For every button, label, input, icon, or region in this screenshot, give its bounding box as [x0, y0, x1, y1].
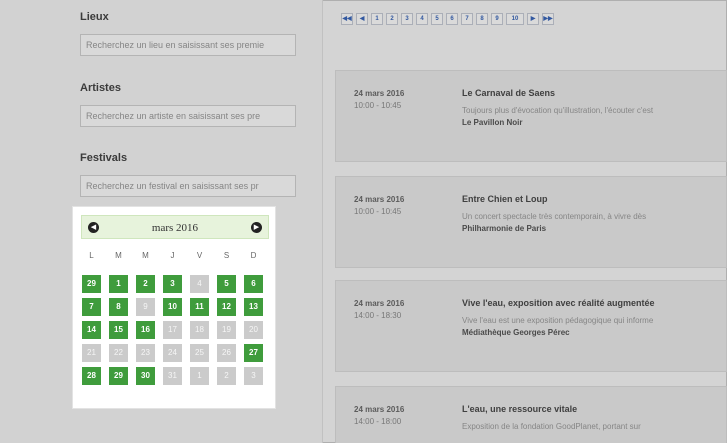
artists-search-input[interactable]: Recherchez un artiste en saisissant ses … — [80, 105, 296, 127]
page-7-button[interactable]: 7 — [461, 13, 473, 25]
places-label: Lieux — [80, 11, 109, 23]
calendar-day-unavailable: 23 — [136, 344, 155, 362]
calendar-day-available[interactable]: 5 — [217, 275, 236, 293]
calendar-day-unavailable: 21 — [82, 344, 101, 362]
event-date: 24 mars 2016 — [354, 195, 405, 204]
calendar-day-unavailable: 24 — [163, 344, 182, 362]
page-2-button[interactable]: 2 — [386, 13, 398, 25]
event-description: Exposition de la fondation GoodPlanet, p… — [462, 422, 641, 431]
event-venue[interactable]: Le Pavillon Noir — [462, 118, 522, 127]
page-4-button[interactable]: 4 — [416, 13, 428, 25]
page-9-button[interactable]: 9 — [491, 13, 503, 25]
calendar-day-available[interactable]: 14 — [82, 321, 101, 339]
next-page-button[interactable]: ▶ — [527, 13, 539, 25]
festivals-label: Festivals — [80, 152, 128, 164]
event-card[interactable]: 24 mars 2016 14:00 - 18:00 L'eau, une re… — [335, 386, 727, 443]
event-date: 24 mars 2016 — [354, 405, 405, 414]
weekday-label: M — [115, 251, 122, 260]
artists-label: Artistes — [80, 82, 121, 94]
calendar-day-available[interactable]: 1 — [109, 275, 128, 293]
calendar-day-available[interactable]: 29 — [109, 367, 128, 385]
places-search-input[interactable]: Recherchez un lieu en saisissant ses pre… — [80, 34, 296, 56]
calendar-day-unavailable: 26 — [217, 344, 236, 362]
calendar-day-unavailable: 4 — [190, 275, 209, 293]
calendar-day-available[interactable]: 15 — [109, 321, 128, 339]
calendar-day-available[interactable]: 16 — [136, 321, 155, 339]
calendar-day-unavailable: 1 — [190, 367, 209, 385]
event-venue[interactable]: Médiathèque Georges Pérec — [462, 328, 570, 337]
calendar-day-unavailable: 22 — [109, 344, 128, 362]
calendar-day-available[interactable]: 30 — [136, 367, 155, 385]
calendar-day-unavailable: 19 — [217, 321, 236, 339]
calendar-day-available[interactable]: 10 — [163, 298, 182, 316]
calendar-day-available[interactable]: 29 — [82, 275, 101, 293]
prev-page-button[interactable]: ◀ — [356, 13, 368, 25]
pagination: ◀◀ ◀ 1 2 3 4 5 6 7 8 9 10 ▶ ▶▶ — [341, 13, 554, 25]
calendar-day-unavailable: 9 — [136, 298, 155, 316]
event-title[interactable]: Le Carnaval de Saens — [462, 88, 555, 98]
calendar-day-unavailable: 18 — [190, 321, 209, 339]
last-page-button[interactable]: ▶▶ — [542, 13, 554, 25]
calendar-day-unavailable: 20 — [244, 321, 263, 339]
calendar-day-available[interactable]: 2 — [136, 275, 155, 293]
calendar-day-available[interactable]: 8 — [109, 298, 128, 316]
event-card[interactable]: 24 mars 2016 10:00 - 10:45 Entre Chien e… — [335, 176, 727, 268]
calendar-day-unavailable: 2 — [217, 367, 236, 385]
event-card[interactable]: 24 mars 2016 10:00 - 10:45 Le Carnaval d… — [335, 70, 727, 162]
page-8-button[interactable]: 8 — [476, 13, 488, 25]
calendar-day-available[interactable]: 27 — [244, 344, 263, 362]
event-time: 14:00 - 18:30 — [354, 311, 402, 320]
page-1-button[interactable]: 1 — [371, 13, 383, 25]
calendar-day-unavailable: 3 — [244, 367, 263, 385]
page-10-button[interactable]: 10 — [506, 13, 524, 25]
event-venue[interactable]: Philharmonie de Paris — [462, 224, 546, 233]
event-title[interactable]: Vive l'eau, exposition avec réalité augm… — [462, 298, 655, 308]
weekday-label: L — [89, 251, 94, 260]
calendar-day-available[interactable]: 7 — [82, 298, 101, 316]
next-month-icon[interactable]: ▶ — [251, 222, 262, 233]
event-description: Toujours plus d'évocation qu'illustratio… — [462, 106, 654, 115]
calendar-header: ◀ mars 2016 ▶ — [81, 215, 269, 239]
event-card[interactable]: 24 mars 2016 14:00 - 18:30 Vive l'eau, e… — [335, 280, 727, 372]
weekday-label: V — [196, 251, 203, 260]
calendar-day-available[interactable]: 6 — [244, 275, 263, 293]
page-6-button[interactable]: 6 — [446, 13, 458, 25]
calendar-day-unavailable: 25 — [190, 344, 209, 362]
first-page-button[interactable]: ◀◀ — [341, 13, 353, 25]
calendar-day-available[interactable]: 28 — [82, 367, 101, 385]
event-date: 24 mars 2016 — [354, 89, 405, 98]
calendar-day-available[interactable]: 11 — [190, 298, 209, 316]
event-description: Un concert spectacle très contemporain, … — [462, 212, 647, 221]
page-5-button[interactable]: 5 — [431, 13, 443, 25]
weekday-label: M — [142, 251, 149, 260]
event-title[interactable]: Entre Chien et Loup — [462, 194, 548, 204]
calendar-day-unavailable: 31 — [163, 367, 182, 385]
calendar-month-title: mars 2016 — [151, 222, 199, 234]
weekday-label: J — [170, 251, 175, 260]
calendar-day-available[interactable]: 12 — [217, 298, 236, 316]
event-time: 10:00 - 10:45 — [354, 101, 402, 110]
festivals-search-input[interactable]: Recherchez un festival en saisissant ses… — [80, 175, 296, 197]
weekday-label: S — [223, 251, 230, 260]
event-date: 24 mars 2016 — [354, 299, 405, 308]
event-time: 14:00 - 18:00 — [354, 417, 402, 426]
event-description: Vive l'eau est une exposition pédagogiqu… — [462, 316, 654, 325]
weekday-label: D — [250, 251, 257, 260]
calendar-day-unavailable: 17 — [163, 321, 182, 339]
page-3-button[interactable]: 3 — [401, 13, 413, 25]
event-title[interactable]: L'eau, une ressource vitale — [462, 404, 577, 414]
event-time: 10:00 - 10:45 — [354, 207, 402, 216]
calendar-day-available[interactable]: 3 — [163, 275, 182, 293]
date-picker: ◀ mars 2016 ▶ LMMJVSD 29 1 2 3 4 5 6 7 8 9 10 11 12 1… — [72, 206, 276, 409]
calendar-day-available[interactable]: 13 — [244, 298, 263, 316]
